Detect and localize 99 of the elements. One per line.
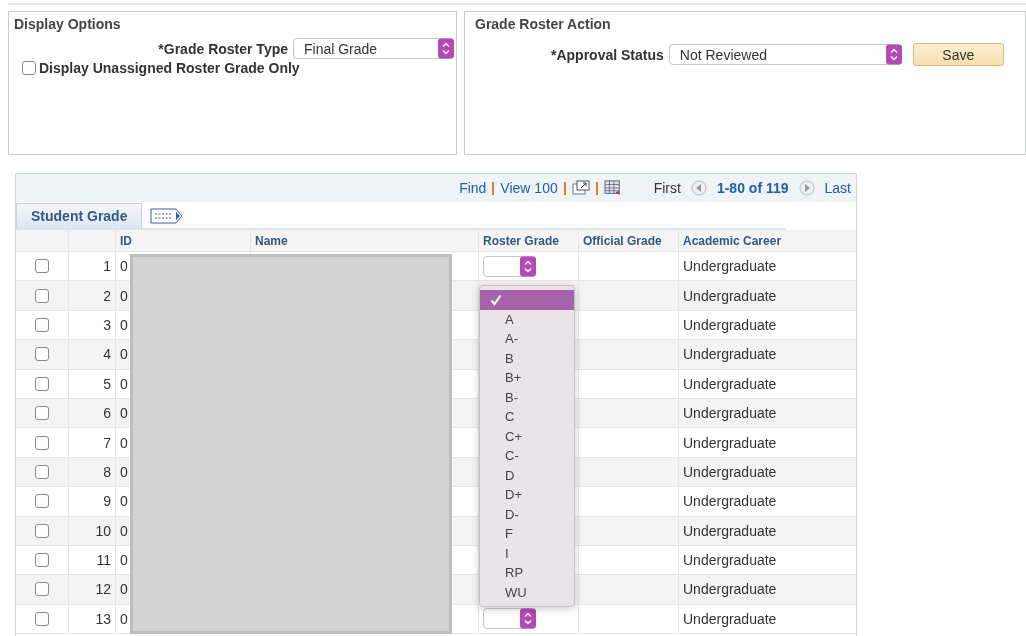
academic-career: Undergraduate	[683, 375, 777, 392]
academic-career: Undergraduate	[683, 316, 777, 333]
row-number: 3	[103, 316, 111, 333]
spreadsheet-icon[interactable]	[603, 180, 622, 196]
student-id: 0	[120, 552, 128, 569]
row-number: 10	[95, 522, 111, 539]
row-number: 5	[103, 375, 111, 392]
row-checkbox[interactable]	[35, 288, 49, 303]
column-header: Name	[251, 230, 479, 251]
grade-option[interactable]: C	[480, 407, 574, 427]
save-button[interactable]: Save	[912, 43, 1004, 66]
grade-roster-type-select[interactable]: Final Grade	[293, 38, 454, 59]
find-link[interactable]: Find	[459, 180, 487, 196]
grade-option[interactable]: D	[480, 465, 574, 485]
first-label: First	[653, 180, 681, 196]
approval-status-select[interactable]: Not Reviewed	[668, 44, 902, 65]
student-id: 0	[120, 258, 128, 275]
student-id: 0	[120, 493, 128, 510]
grade-option[interactable]: WU	[480, 582, 574, 602]
grade-option[interactable]: I	[480, 543, 574, 563]
academic-career: Undergraduate	[683, 405, 777, 422]
student-id: 0	[120, 463, 128, 480]
dropdown-icon	[438, 38, 454, 59]
student-id: 0	[120, 405, 128, 422]
grade-option[interactable]: D-	[480, 504, 574, 524]
page-range: 1-80 of 119	[716, 180, 789, 196]
checkbox[interactable]	[22, 61, 36, 75]
column-header: Roster Grade	[479, 230, 579, 251]
student-id: 0	[120, 434, 128, 451]
academic-career: Undergraduate	[683, 287, 777, 304]
field-label: *Grade Roster Type	[158, 40, 288, 57]
grade-option[interactable]: D+	[480, 485, 574, 505]
column-header: Academic Career	[682, 232, 783, 250]
last-link[interactable]: Last	[824, 180, 851, 196]
academic-career: Undergraduate	[683, 258, 777, 275]
grade-option[interactable]: A-	[480, 329, 574, 349]
row-checkbox[interactable]	[35, 494, 49, 509]
grade-option[interactable]: C+	[480, 426, 574, 446]
dropdown-icon	[885, 44, 902, 65]
checkmark-icon	[490, 293, 502, 306]
row-checkbox[interactable]	[35, 317, 49, 332]
academic-career: Undergraduate	[683, 493, 777, 510]
grade-option[interactable]: B-	[480, 387, 574, 407]
row-number: 7	[103, 434, 111, 451]
student-id: 0	[120, 610, 128, 627]
student-id: 0	[120, 375, 128, 392]
row-number: 9	[103, 493, 111, 510]
panel-title: Grade Roster Action	[474, 15, 612, 32]
view-all-link[interactable]: View 100	[500, 180, 558, 196]
row-number: 1	[103, 258, 111, 275]
row-checkbox[interactable]	[35, 347, 49, 362]
row-checkbox[interactable]	[35, 259, 49, 274]
row-number: 2	[103, 287, 111, 304]
dropdown-icon	[520, 255, 536, 277]
grade-option[interactable]: RP	[480, 563, 574, 583]
grade-option[interactable]: B	[480, 348, 574, 368]
checkbox-label: Display Unassigned Roster Grade Only	[39, 60, 300, 76]
student-id: 0	[120, 316, 128, 333]
field-label: *Approval Status	[551, 46, 664, 63]
student-id: 0	[120, 581, 128, 598]
row-checkbox[interactable]	[35, 611, 49, 626]
grade-option[interactable]: C-	[480, 446, 574, 466]
row-checkbox[interactable]	[35, 376, 49, 391]
roster-grade-select[interactable]	[483, 255, 536, 277]
academic-career: Undergraduate	[683, 581, 777, 598]
row-checkbox[interactable]	[35, 464, 49, 479]
show-columns-icon[interactable]	[150, 208, 185, 224]
grade-option[interactable]: F	[480, 524, 574, 544]
row-number: 13	[95, 610, 111, 627]
grade-option[interactable]: A	[480, 309, 574, 329]
row-checkbox[interactable]	[35, 582, 49, 597]
row-checkbox[interactable]	[35, 406, 49, 421]
next-icon[interactable]	[798, 180, 815, 196]
grid-tab[interactable]: Student Grade	[16, 203, 143, 228]
panel-title: Display Options	[13, 15, 122, 32]
popout-icon[interactable]	[571, 180, 590, 196]
row-number: 12	[95, 581, 111, 598]
academic-career: Undergraduate	[683, 434, 777, 451]
row-number: 8	[103, 463, 111, 480]
academic-career: Undergraduate	[683, 463, 777, 480]
row-checkbox[interactable]	[35, 553, 49, 568]
row-number: 11	[96, 552, 111, 569]
column-header: ID	[116, 230, 251, 251]
academic-career: Undergraduate	[683, 552, 777, 569]
student-id: 0	[120, 287, 128, 304]
row-number: 4	[103, 346, 111, 363]
dropdown-icon	[520, 608, 536, 630]
roster-grade-select[interactable]	[483, 608, 536, 630]
academic-career: Undergraduate	[683, 522, 777, 539]
row-checkbox[interactable]	[35, 523, 49, 538]
row-number: 6	[103, 405, 111, 422]
student-id: 0	[120, 522, 128, 539]
academic-career: Undergraduate	[683, 610, 777, 627]
column-header: Official Grade	[579, 230, 679, 251]
academic-career: Undergraduate	[683, 346, 777, 363]
grade-option[interactable]: B+	[480, 368, 574, 388]
previous-icon[interactable]	[690, 180, 707, 196]
row-checkbox[interactable]	[35, 435, 49, 450]
student-id: 0	[120, 346, 128, 363]
